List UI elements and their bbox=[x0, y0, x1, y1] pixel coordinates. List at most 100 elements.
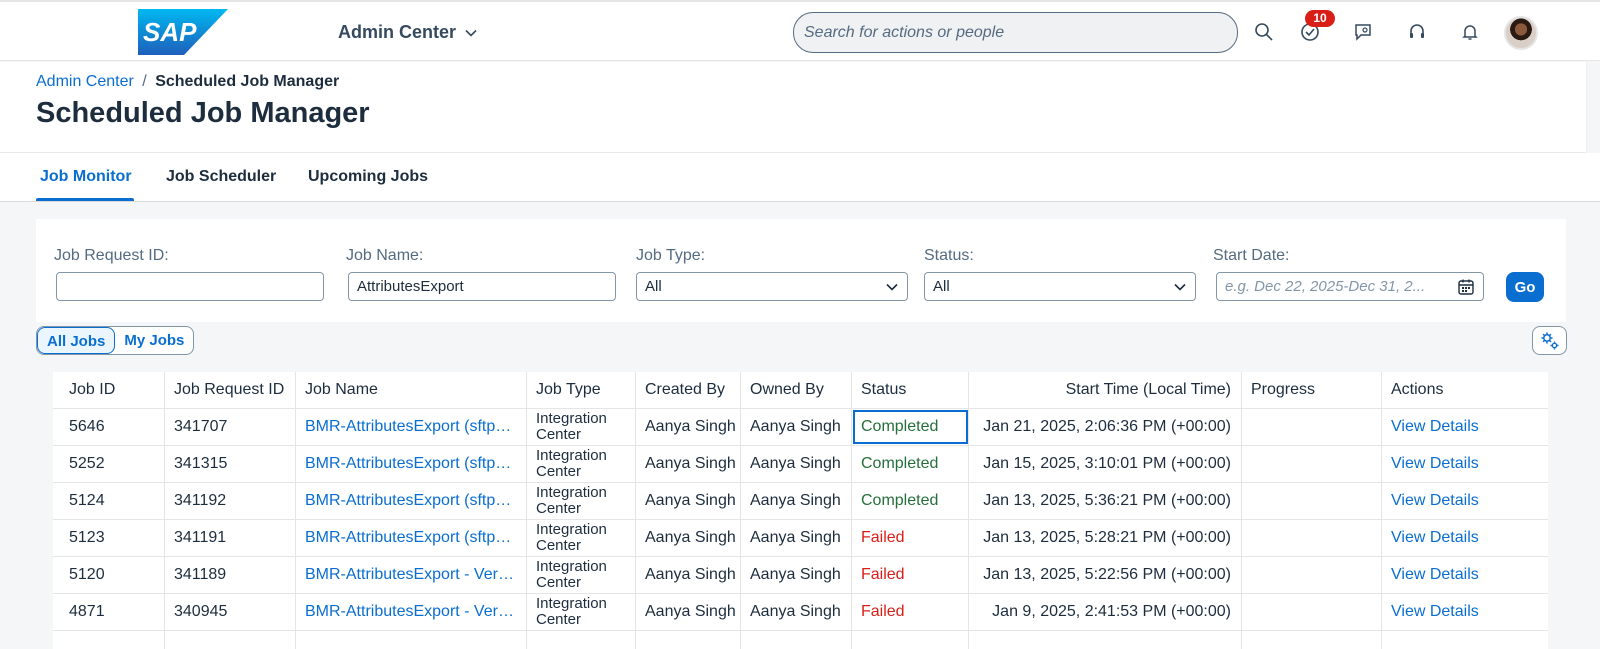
column-header-job-name[interactable]: Job Name bbox=[296, 372, 527, 408]
chevron-down-icon bbox=[1174, 283, 1186, 291]
progress-cell bbox=[1242, 557, 1382, 593]
start-time-cell: Jan 15, 2025, 3:10:01 PM (+00:00) bbox=[969, 446, 1242, 482]
jobs-segmented-button: All Jobs My Jobs bbox=[36, 326, 195, 355]
bell-icon[interactable] bbox=[1458, 20, 1482, 44]
view-details-link[interactable]: View Details bbox=[1391, 529, 1479, 547]
all-jobs-button[interactable]: All Jobs bbox=[37, 327, 116, 354]
view-details-link[interactable]: View Details bbox=[1391, 566, 1479, 584]
job-type-cell: Integration Center bbox=[527, 483, 636, 519]
tab-job-scheduler[interactable]: Job Scheduler bbox=[166, 168, 276, 186]
table-row[interactable]: 4871 340945 BMR-AttributesExport - Versi..… bbox=[53, 594, 1548, 631]
actions-cell: View Details bbox=[1382, 557, 1548, 593]
sap-logo[interactable]: SAP bbox=[138, 9, 228, 55]
headset-icon[interactable] bbox=[1405, 20, 1429, 44]
column-header-job-id[interactable]: Job ID bbox=[53, 372, 165, 408]
feedback-icon[interactable] bbox=[1351, 20, 1375, 44]
search-field[interactable] bbox=[793, 12, 1238, 53]
empty-cell bbox=[741, 631, 852, 649]
breadcrumb-link-admin-center[interactable]: Admin Center bbox=[36, 73, 134, 90]
status-label: Status: bbox=[924, 247, 974, 264]
job-name-cell: BMR-AttributesExport (sftp8.... bbox=[296, 483, 527, 519]
job-name-link[interactable]: BMR-AttributesExport - Versi... bbox=[305, 566, 517, 584]
actions-cell: View Details bbox=[1382, 594, 1548, 630]
tab-job-monitor[interactable]: Job Monitor bbox=[40, 168, 132, 186]
status-cell[interactable]: Completed bbox=[852, 446, 969, 482]
job-request-id-input[interactable] bbox=[56, 272, 324, 301]
view-details-link[interactable]: View Details bbox=[1391, 492, 1479, 510]
created-by-cell: Aanya Singh bbox=[636, 557, 741, 593]
app-title-menu[interactable]: Admin Center bbox=[338, 22, 478, 43]
column-header-status[interactable]: Status bbox=[852, 372, 969, 408]
calendar-icon[interactable] bbox=[1457, 278, 1475, 296]
empty-cell bbox=[1242, 631, 1382, 649]
progress-cell bbox=[1242, 483, 1382, 519]
status-cell[interactable]: Completed bbox=[852, 483, 969, 519]
column-header-job-type[interactable]: Job Type bbox=[527, 372, 636, 408]
search-input[interactable] bbox=[804, 23, 1237, 42]
empty-cell bbox=[165, 631, 296, 649]
table-settings-button[interactable] bbox=[1532, 326, 1567, 355]
job-name-input[interactable]: AttributesExport bbox=[348, 272, 616, 301]
empty-cell bbox=[969, 631, 1242, 649]
start-date-placeholder: e.g. Dec 22, 2025-Dec 31, 2... bbox=[1225, 278, 1426, 295]
table-row[interactable]: 5123 341191 BMR-AttributesExport (sftp8...… bbox=[53, 520, 1548, 557]
job-type-label: Job Type: bbox=[636, 247, 706, 264]
tab-upcoming-jobs[interactable]: Upcoming Jobs bbox=[308, 168, 428, 186]
column-header-owned-by[interactable]: Owned By bbox=[741, 372, 852, 408]
status-cell[interactable]: Completed bbox=[852, 409, 969, 445]
created-by-cell: Aanya Singh bbox=[636, 483, 741, 519]
notification-count-badge: 10 bbox=[1305, 10, 1335, 27]
job-name-label: Job Name: bbox=[346, 247, 424, 264]
status-cell[interactable]: Failed bbox=[852, 557, 969, 593]
actions-cell: View Details bbox=[1382, 446, 1548, 482]
job-name-link[interactable]: BMR-AttributesExport (sftp8.... bbox=[305, 529, 517, 547]
job-type-line-1: Integration bbox=[536, 447, 607, 464]
start-date-picker[interactable]: e.g. Dec 22, 2025-Dec 31, 2... bbox=[1216, 272, 1484, 301]
column-header-start-time[interactable]: Start Time (Local Time) bbox=[969, 372, 1242, 408]
job-id-cell: 5120 bbox=[53, 557, 165, 593]
table-row[interactable]: 5646 341707 BMR-AttributesExport (sftp8...… bbox=[53, 409, 1548, 446]
status-cell[interactable]: Failed bbox=[852, 520, 969, 556]
my-jobs-button[interactable]: My Jobs bbox=[115, 327, 193, 354]
app-title: Admin Center bbox=[338, 22, 457, 42]
start-time-cell: Jan 13, 2025, 5:36:21 PM (+00:00) bbox=[969, 483, 1242, 519]
job-request-id-cell: 341707 bbox=[165, 409, 296, 445]
job-name-cell: BMR-AttributesExport - Versi... bbox=[296, 594, 527, 630]
created-by-cell: Aanya Singh bbox=[636, 409, 741, 445]
job-type-select[interactable]: All bbox=[636, 272, 908, 301]
user-avatar[interactable] bbox=[1504, 16, 1538, 50]
job-name-link[interactable]: BMR-AttributesExport (sftp8.... bbox=[305, 492, 517, 510]
go-button[interactable]: Go bbox=[1506, 272, 1544, 302]
view-details-link[interactable]: View Details bbox=[1391, 603, 1479, 621]
status-cell[interactable]: Failed bbox=[852, 594, 969, 630]
chevron-down-icon bbox=[465, 29, 477, 37]
column-header-actions[interactable]: Actions bbox=[1382, 372, 1548, 408]
status-select[interactable]: All bbox=[924, 272, 1196, 301]
owned-by-cell: Aanya Singh bbox=[741, 446, 852, 482]
job-name-link[interactable]: BMR-AttributesExport (sftp8.... bbox=[305, 418, 517, 436]
search-icon[interactable] bbox=[1252, 20, 1276, 44]
job-type-line-2: Center bbox=[536, 611, 582, 628]
created-by-cell: Aanya Singh bbox=[636, 520, 741, 556]
job-name-link[interactable]: BMR-AttributesExport - Versi... bbox=[305, 603, 517, 621]
owned-by-cell: Aanya Singh bbox=[741, 520, 852, 556]
owned-by-cell: Aanya Singh bbox=[741, 594, 852, 630]
start-time-cell: Jan 21, 2025, 2:06:36 PM (+00:00) bbox=[969, 409, 1242, 445]
svg-text:SAP: SAP bbox=[143, 17, 197, 47]
table-row[interactable]: 5120 341189 BMR-AttributesExport - Versi..… bbox=[53, 557, 1548, 594]
job-id-cell: 5252 bbox=[53, 446, 165, 482]
view-details-link[interactable]: View Details bbox=[1391, 418, 1479, 436]
job-name-value: AttributesExport bbox=[357, 278, 464, 295]
filter-bar: Job Request ID: Job Name: AttributesExpo… bbox=[36, 219, 1566, 322]
job-request-id-label: Job Request ID: bbox=[54, 247, 169, 264]
job-request-id-cell: 341191 bbox=[165, 520, 296, 556]
column-header-job-request-id[interactable]: Job Request ID bbox=[165, 372, 296, 408]
table-row[interactable]: 5124 341192 BMR-AttributesExport (sftp8...… bbox=[53, 483, 1548, 520]
column-header-progress[interactable]: Progress bbox=[1242, 372, 1382, 408]
job-request-id-cell: 341315 bbox=[165, 446, 296, 482]
view-details-link[interactable]: View Details bbox=[1391, 455, 1479, 473]
column-header-created-by[interactable]: Created By bbox=[636, 372, 741, 408]
table-row[interactable]: 5252 341315 BMR-AttributesExport (sftp8...… bbox=[53, 446, 1548, 483]
active-tab-indicator bbox=[36, 198, 134, 201]
job-name-link[interactable]: BMR-AttributesExport (sftp8.... bbox=[305, 455, 517, 473]
